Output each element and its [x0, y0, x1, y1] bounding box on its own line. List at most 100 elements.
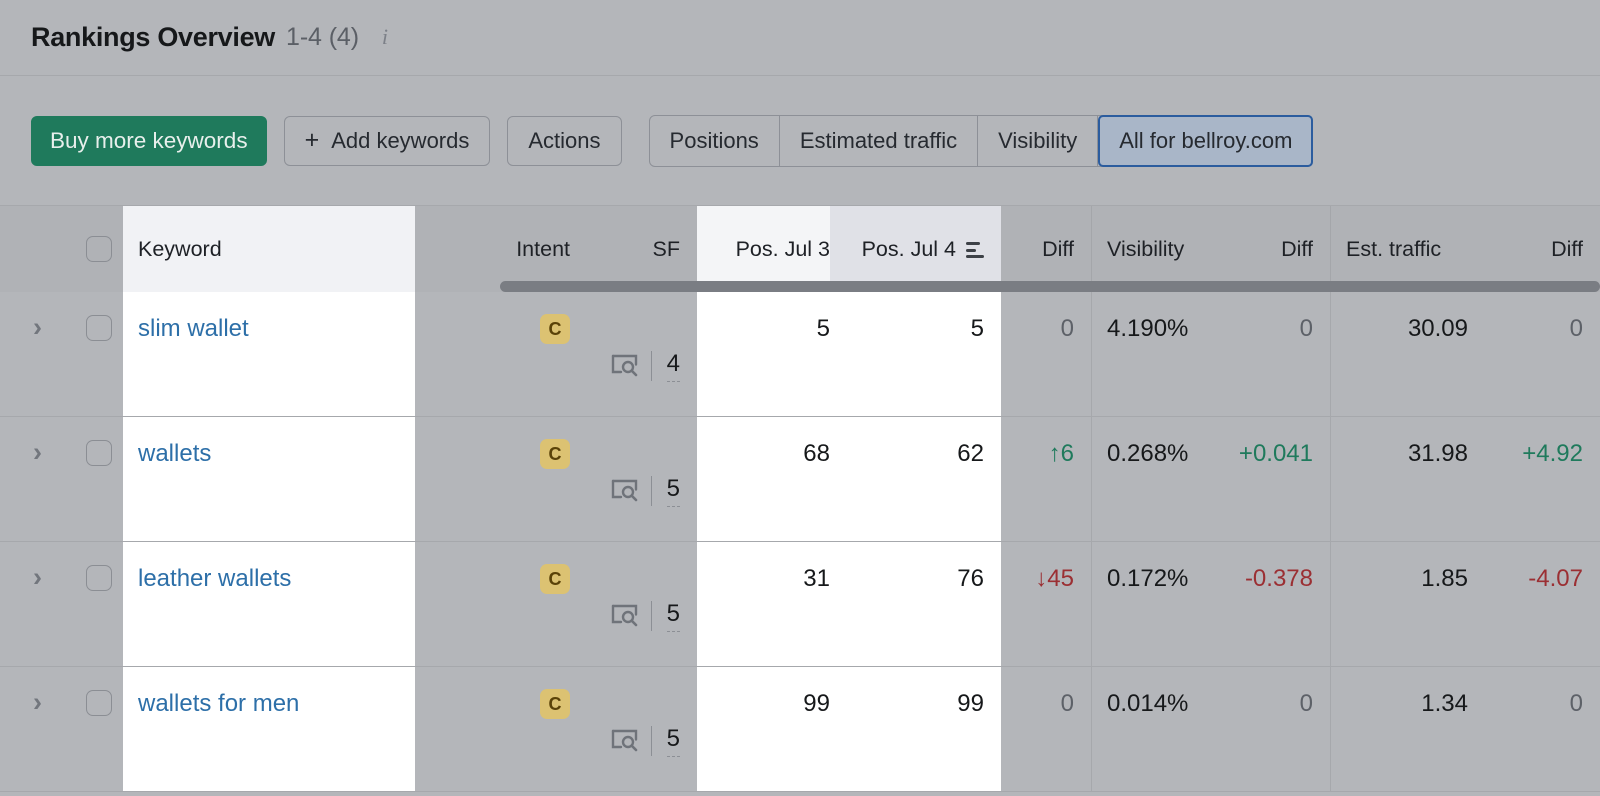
cell-visibility: 0.014%: [1091, 667, 1232, 791]
header-sf[interactable]: SF: [587, 206, 697, 292]
keyword-link[interactable]: leather wallets: [138, 565, 291, 593]
buy-more-keywords-button[interactable]: Buy more keywords: [31, 115, 267, 166]
cell-diff-est-traffic: 0: [1569, 690, 1583, 717]
table-row[interactable]: › leather wallets C 5 31 76 ↓45 0.172% -…: [0, 542, 1600, 667]
tab-all-for-domain[interactable]: All for bellroy.com: [1098, 114, 1314, 167]
header-pos-jul-3[interactable]: Pos. Jul 3: [697, 206, 830, 292]
keyword-link[interactable]: slim wallet: [138, 315, 249, 343]
header-diff-est-traffic[interactable]: Diff: [1485, 206, 1600, 292]
sort-icon[interactable]: [966, 242, 984, 258]
chevron-right-icon[interactable]: ›: [33, 313, 42, 340]
pos-jul-3-value: 5: [816, 315, 830, 342]
row-checkbox[interactable]: [86, 690, 112, 716]
header-pos-jul-4-label: Pos. Jul 4: [861, 236, 956, 261]
sf-count[interactable]: 4: [666, 350, 680, 382]
pos-jul-4-value: 5: [970, 315, 984, 342]
cell-diff-position: 0: [1060, 690, 1074, 717]
cell-keyword: wallets: [123, 417, 415, 541]
cell-diff-position: ↓45: [1035, 565, 1074, 592]
intent-badge[interactable]: C: [540, 564, 570, 594]
table-body: › slim wallet C 4 5 5 0 4.190% 0 30.09 0…: [0, 292, 1600, 792]
cell-keyword: slim wallet: [123, 292, 415, 416]
horizontal-scrollbar-thumb[interactable]: [500, 281, 1600, 292]
cell-visibility: 0.268%: [1091, 417, 1232, 541]
serp-feature-icon[interactable]: [611, 353, 638, 378]
rankings-overview-panel: Rankings Overview 1-4 (4) i Buy more key…: [0, 0, 1600, 796]
actions-button[interactable]: Actions: [507, 115, 622, 166]
intent-badge[interactable]: C: [540, 439, 570, 469]
serp-feature-icon[interactable]: [611, 603, 638, 628]
header-expand-spacer: [0, 206, 75, 292]
row-checkbox[interactable]: [86, 315, 112, 341]
intent-badge[interactable]: C: [540, 689, 570, 719]
keyword-link[interactable]: wallets: [138, 440, 211, 468]
cell-pos-jul-4: 99: [830, 667, 1001, 791]
row-select-cell: [75, 667, 123, 791]
header-diff-position[interactable]: Diff: [1001, 206, 1091, 292]
select-all-checkbox[interactable]: [86, 236, 112, 262]
cell-diff-visibility: -0.378: [1244, 565, 1313, 592]
header-diff-visibility[interactable]: Diff: [1232, 206, 1330, 292]
serp-feature-icon[interactable]: [611, 478, 638, 503]
sf-count[interactable]: 5: [666, 475, 680, 507]
tab-positions[interactable]: Positions: [650, 115, 780, 166]
header-pos-jul-3-label: Pos. Jul 3: [735, 236, 830, 261]
row-checkbox[interactable]: [86, 440, 112, 466]
row-select-cell: [75, 417, 123, 541]
sf-count[interactable]: 5: [666, 725, 680, 757]
rankings-table: Keyword Intent SF Pos. Jul 3 Pos. Jul 4 …: [0, 206, 1600, 796]
header-intent[interactable]: Intent: [415, 206, 587, 292]
cell-sf: 5: [587, 417, 697, 541]
cell-diff-visibility: +0.041: [1238, 440, 1313, 467]
header-keyword[interactable]: Keyword: [123, 206, 415, 292]
pos-jul-4-value: 76: [957, 565, 984, 592]
cell-diff-position: ↑6: [1048, 440, 1074, 467]
cell-diff-est-traffic: 0: [1569, 315, 1583, 342]
chevron-right-icon[interactable]: ›: [33, 688, 42, 715]
page-title: Rankings Overview: [31, 22, 276, 52]
cell-keyword: wallets for men: [123, 667, 415, 791]
add-keywords-button[interactable]: + Add keywords: [283, 115, 491, 166]
chevron-right-icon[interactable]: ›: [33, 563, 42, 590]
cell-sf: 5: [587, 542, 697, 666]
cell-est-traffic: 1.34: [1330, 667, 1485, 791]
row-expand-cell: ›: [0, 417, 75, 541]
cell-est-traffic: 1.85: [1330, 542, 1485, 666]
cell-sf: 4: [587, 292, 697, 416]
cell-intent: C: [415, 417, 587, 541]
table-row[interactable]: › slim wallet C 4 5 5 0 4.190% 0 30.09 0: [0, 292, 1600, 417]
table-row[interactable]: › wallets for men C 5 99 99 0 0.014% 0 1…: [0, 667, 1600, 792]
tab-estimated-traffic[interactable]: Estimated traffic: [780, 115, 979, 166]
table-row[interactable]: › wallets C 5 68 62 ↑6 0.268% +0.041 31.…: [0, 417, 1600, 542]
cell-diff-est-traffic: -4.07: [1528, 565, 1583, 592]
cell-diff-visibility: 0: [1299, 690, 1313, 717]
row-checkbox[interactable]: [86, 565, 112, 591]
chevron-right-icon[interactable]: ›: [33, 438, 42, 465]
cell-diff-est-traffic: +4.92: [1522, 440, 1583, 467]
sf-count[interactable]: 5: [666, 600, 680, 632]
tab-visibility[interactable]: Visibility: [978, 115, 1099, 166]
cell-pos-jul-4: 5: [830, 292, 1001, 416]
serp-feature-icon[interactable]: [611, 728, 638, 753]
cell-intent: C: [415, 542, 587, 666]
info-icon[interactable]: i: [376, 25, 394, 50]
header-pos-jul-4[interactable]: Pos. Jul 4: [830, 206, 1001, 292]
select-all-cell: [75, 206, 123, 292]
cell-pos-jul-3: 99: [697, 667, 830, 791]
result-count: 1-4 (4): [286, 23, 359, 51]
view-segmented-control: Positions Estimated traffic Visibility A…: [648, 114, 1314, 167]
cell-visibility: 4.190%: [1091, 292, 1232, 416]
cell-pos-jul-3: 31: [697, 542, 830, 666]
row-expand-cell: ›: [0, 667, 75, 791]
pos-jul-3-value: 99: [803, 690, 830, 717]
header-visibility[interactable]: Visibility: [1091, 206, 1232, 292]
cell-diff-position: 0: [1060, 315, 1074, 342]
pos-jul-3-value: 68: [803, 440, 830, 467]
panel-titlebar: Rankings Overview 1-4 (4) i: [0, 0, 1600, 76]
cell-est-traffic: 30.09: [1330, 292, 1485, 416]
keyword-link[interactable]: wallets for men: [138, 690, 299, 718]
toolbar: Buy more keywords + Add keywords Actions…: [0, 76, 1600, 206]
header-est-traffic[interactable]: Est. traffic: [1330, 206, 1485, 292]
sf-divider: [650, 725, 652, 756]
intent-badge[interactable]: C: [540, 314, 570, 344]
